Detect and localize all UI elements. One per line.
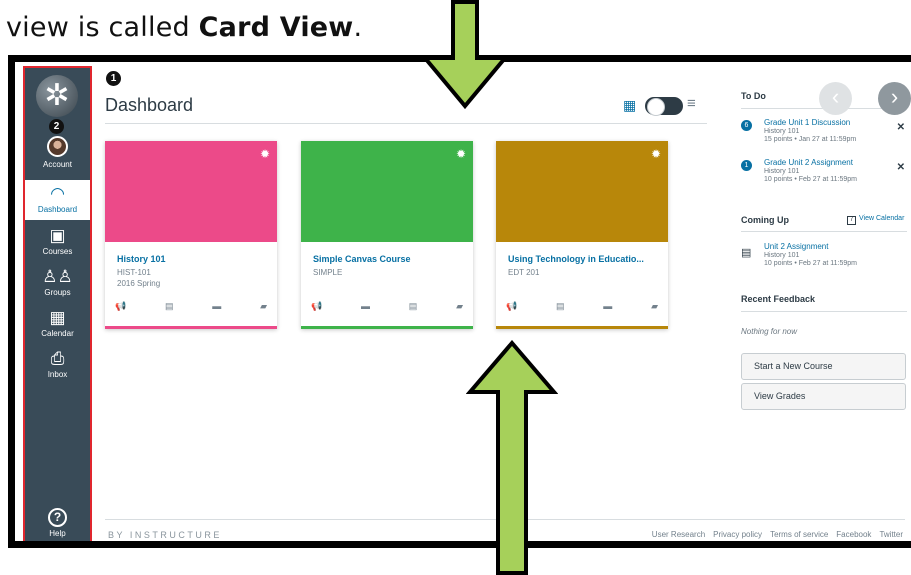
card-color-bar — [105, 326, 277, 329]
todo-count-badge: 6 — [741, 120, 752, 131]
start-new-course-button[interactable]: Start a New Course — [741, 353, 906, 380]
dashboard-icon: ◠ — [50, 184, 65, 203]
calendar-icon: ▦ — [49, 308, 66, 327]
view-calendar-link[interactable]: 7 View Calendar — [847, 215, 904, 225]
todo-heading: To Do — [741, 91, 766, 101]
todo-link[interactable]: Grade Unit 1 Discussion — [764, 118, 850, 127]
instructure-brand: BY INSTRUCTURE — [108, 530, 222, 540]
assignments-icon[interactable]: ▤ — [409, 301, 418, 312]
view-switch[interactable] — [645, 97, 683, 116]
card-color-bar — [301, 326, 473, 329]
announcements-icon[interactable]: 📢 — [311, 301, 322, 312]
sidebar-item-courses[interactable]: ▣ Courses — [25, 226, 90, 256]
footer-link[interactable]: Privacy policy — [713, 530, 762, 539]
caption: view is called Card View. — [6, 12, 363, 43]
footer-link[interactable]: Facebook — [836, 530, 871, 539]
card-color-bar — [496, 326, 668, 329]
carousel-next-icon[interactable]: › — [878, 82, 911, 115]
inbox-icon: ⎙ — [50, 349, 65, 368]
marker-2: 2 — [49, 119, 64, 134]
view-toggle[interactable]: ▦ ≡ — [623, 94, 708, 118]
carousel-prev-icon[interactable]: ‹ — [819, 82, 852, 115]
footer-links: User Research Privacy policy Terms of se… — [652, 530, 903, 539]
courses-icon: ▣ — [49, 226, 66, 245]
card-actions: 📢 ▤ ▬ ▰ — [115, 301, 267, 312]
sidebar-item-account[interactable]: Account — [25, 136, 90, 169]
todo-course: History 101 — [764, 168, 800, 175]
calendar-icon: 7 — [847, 216, 856, 225]
coming-up-detail: 10 points • Feb 27 at 11:59pm — [764, 260, 857, 267]
files-icon[interactable]: ▰ — [260, 301, 267, 312]
coming-up-link[interactable]: Unit 2 Assignment — [764, 242, 828, 251]
canvas-logo-icon[interactable]: ✲ — [36, 75, 78, 117]
sidebar-item-calendar[interactable]: ▦ Calendar — [25, 308, 90, 338]
feedback-empty-text: Nothing for now — [741, 327, 798, 336]
todo-detail: 10 points • Feb 27 at 11:59pm — [764, 176, 857, 183]
course-name[interactable]: Using Technology in Educatio... — [508, 254, 660, 264]
card-hero[interactable]: ✹ — [496, 141, 668, 242]
card-view-icon[interactable]: ▦ — [623, 97, 636, 114]
down-arrow-annotation — [420, 0, 510, 110]
avatar — [47, 136, 68, 157]
assignments-icon[interactable]: ▤ — [556, 301, 565, 312]
course-code: HIST-101 — [117, 268, 151, 277]
todo-count-badge: 1 — [741, 160, 752, 171]
card-hero[interactable]: ✹ — [105, 141, 277, 242]
course-name[interactable]: Simple Canvas Course — [313, 254, 465, 264]
course-code: EDT 201 — [508, 268, 540, 277]
course-name[interactable]: History 101 — [117, 254, 269, 264]
sidebar-item-groups[interactable]: ♙♙ Groups — [25, 267, 90, 297]
global-navigation: ✲ 2 Account ◠ Dashboard ▣ Courses ♙♙ Gro… — [23, 66, 92, 541]
card-actions: 📢 ▤ ▬ ▰ — [506, 301, 658, 312]
todo-item[interactable]: 6 Grade Unit 1 Discussion History 101 15… — [741, 118, 909, 154]
course-card[interactable]: ✹ History 101 HIST-101 2016 Spring 📢 ▤ ▬… — [105, 141, 277, 329]
files-icon[interactable]: ▰ — [456, 301, 463, 312]
announcements-icon[interactable]: 📢 — [506, 301, 517, 312]
todo-item[interactable]: 1 Grade Unit 2 Assignment History 101 10… — [741, 158, 909, 194]
up-arrow-annotation — [466, 340, 558, 575]
recent-feedback-heading: Recent Feedback — [741, 294, 816, 304]
discussions-icon[interactable]: ▬ — [212, 301, 221, 312]
divider — [741, 311, 907, 312]
card-actions: 📢 ▬ ▤ ▰ — [311, 301, 463, 312]
assignments-icon[interactable]: ▤ — [165, 301, 174, 312]
footer-link[interactable]: User Research — [652, 530, 705, 539]
coming-up-course: History 101 — [764, 252, 800, 259]
files-icon[interactable]: ▰ — [651, 301, 658, 312]
list-view-icon[interactable]: ≡ — [687, 95, 696, 112]
page-title: Dashboard — [105, 95, 194, 115]
marker-1: 1 — [106, 71, 121, 86]
groups-icon: ♙♙ — [42, 267, 73, 286]
close-icon[interactable]: ✕ — [897, 122, 905, 133]
sidebar-item-help[interactable]: ? Help — [25, 508, 90, 538]
card-hero[interactable]: ✹ — [301, 141, 473, 242]
sidebar-item-dashboard[interactable]: ◠ Dashboard — [25, 180, 90, 220]
announcements-icon[interactable]: 📢 — [115, 301, 126, 312]
help-icon: ? — [48, 508, 67, 527]
course-code: SIMPLE — [313, 268, 343, 277]
coming-up-heading: Coming Up — [741, 215, 789, 225]
divider — [741, 231, 907, 232]
todo-detail: 15 points • Jan 27 at 11:59pm — [764, 136, 857, 143]
todo-course: History 101 — [764, 128, 800, 135]
switch-knob — [647, 98, 665, 116]
close-icon[interactable]: ✕ — [897, 162, 905, 173]
gear-icon[interactable]: ✹ — [651, 147, 661, 161]
view-grades-button[interactable]: View Grades — [741, 383, 906, 410]
divider — [105, 123, 707, 124]
footer-link[interactable]: Twitter — [879, 530, 903, 539]
canvas-screenshot: ✲ 2 Account ◠ Dashboard ▣ Courses ♙♙ Gro… — [8, 55, 911, 548]
gear-icon[interactable]: ✹ — [456, 147, 466, 161]
gear-icon[interactable]: ✹ — [260, 147, 270, 161]
sidebar-item-inbox[interactable]: ⎙ Inbox — [25, 349, 90, 379]
discussions-icon[interactable]: ▬ — [361, 301, 370, 312]
footer-link[interactable]: Terms of service — [770, 530, 828, 539]
todo-link[interactable]: Grade Unit 2 Assignment — [764, 158, 853, 167]
discussions-icon[interactable]: ▬ — [603, 301, 612, 312]
course-term: 2016 Spring — [117, 279, 161, 288]
course-card[interactable]: ✹ Simple Canvas Course SIMPLE 📢 ▬ ▤ ▰ — [301, 141, 473, 329]
course-card[interactable]: ✹ Using Technology in Educatio... EDT 20… — [496, 141, 668, 329]
coming-up-item[interactable]: Unit 2 Assignment History 101 10 points … — [741, 242, 909, 278]
